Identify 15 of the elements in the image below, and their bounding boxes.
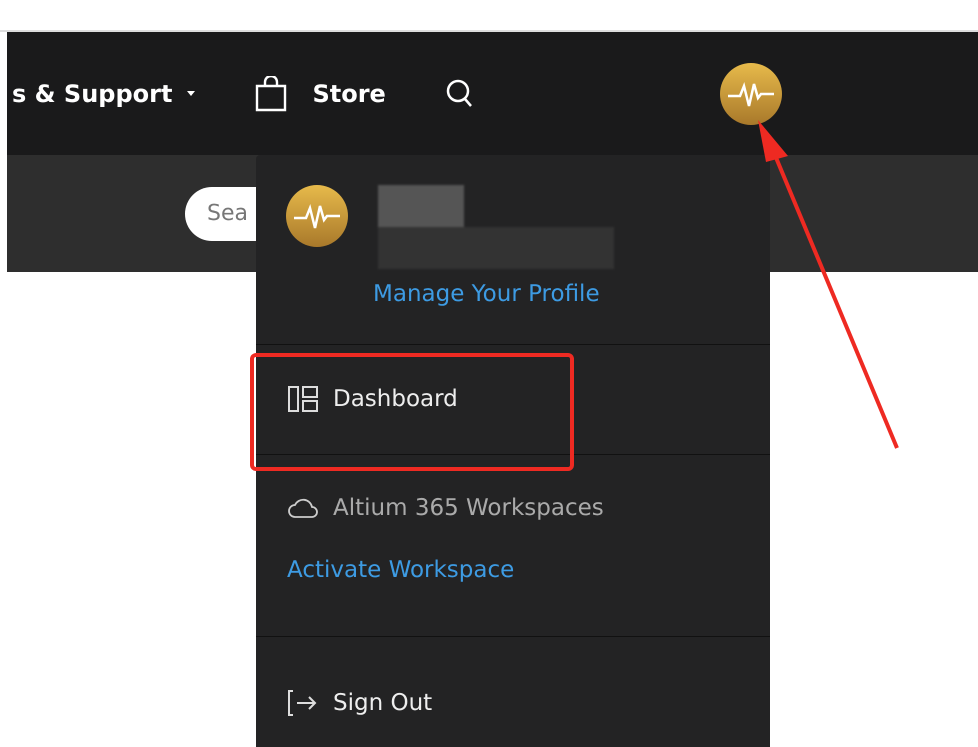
activate-workspace-link[interactable]: Activate Workspace xyxy=(287,557,514,583)
menu-heading: Altium 365 Workspaces xyxy=(287,495,739,521)
cloud-icon xyxy=(287,497,319,519)
sign-out-icon xyxy=(287,689,319,717)
manage-profile-link[interactable]: Manage Your Profile xyxy=(373,281,614,307)
dashboard-icon xyxy=(287,385,319,413)
nav-link[interactable]: s & Support xyxy=(12,80,172,108)
shopping-bag-icon[interactable] xyxy=(254,76,288,112)
avatar-icon xyxy=(286,185,348,247)
caret-icon xyxy=(186,90,196,96)
menu-item[interactable]: Dashboard xyxy=(287,385,739,413)
avatar-icon[interactable] xyxy=(720,62,782,124)
nav-link[interactable]: Store xyxy=(312,80,386,108)
menu-item[interactable]: Sign Out xyxy=(287,689,739,717)
search-icon[interactable] xyxy=(446,78,474,108)
